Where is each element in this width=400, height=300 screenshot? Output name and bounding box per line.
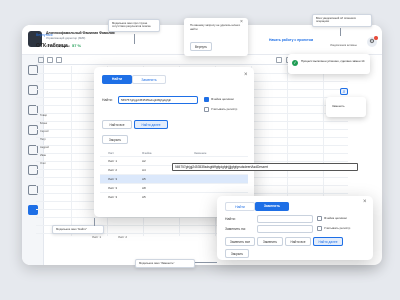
find-input[interactable]: 565757ghjgj2453535sdsgfdffgfgdgfgh <box>118 96 198 104</box>
undo-icon[interactable] <box>38 57 44 63</box>
find-all-button[interactable]: Найти все <box>285 237 311 246</box>
check-icon: ✓ <box>292 60 298 66</box>
cell-sheet: Лист 1 <box>108 159 118 163</box>
no-results-text: По вашему запросу не удалось ничего найт… <box>190 23 241 31</box>
callout-line <box>94 218 95 226</box>
row-label: Иван <box>40 154 47 157</box>
replace-all-button[interactable]: Заменить все <box>225 237 255 246</box>
note-no-results: Модальное окно при случае отсутствия рез… <box>108 19 160 32</box>
close-button[interactable]: Закрыть <box>102 135 128 144</box>
table-row[interactable]: Лист 3 A8 <box>100 183 248 192</box>
no-results-popup: По вашему запросу не удалось ничего найт… <box>184 18 248 56</box>
row-label: Сергей <box>40 130 49 133</box>
replace-dialog: Найти Заменить × Найти: Ячейка целиком З… <box>217 196 373 260</box>
sheet-tab[interactable]: Лист 2 <box>118 235 127 239</box>
column-header: Значение <box>194 151 207 155</box>
match-case-label: Учитывать регистр <box>211 107 238 111</box>
cell-address: A8 <box>142 186 146 190</box>
close-icon[interactable]: × <box>363 199 367 205</box>
column-header: Лист <box>108 151 115 155</box>
notification-dot <box>374 36 378 40</box>
search-popup-label[interactable]: Заменить <box>332 104 345 108</box>
note-find-modal: Модальное окно "Найти" <box>52 225 104 235</box>
row-label: Петр <box>40 138 46 141</box>
cell-sheet: Лист 3 <box>108 177 118 181</box>
find-next-button[interactable]: Найти далее <box>313 237 343 246</box>
whole-cell-label: Ячейка целиком <box>211 97 234 101</box>
note-notifications: Всех уведомлений об отвшиеся операциях <box>312 14 372 27</box>
tab-find[interactable]: Найти <box>102 75 132 84</box>
whole-cell-label: Ячейка целиком <box>324 216 347 220</box>
find-all-button[interactable]: Найти все <box>102 120 132 129</box>
user-name: Длинноофамильный Фамилия Фамилия <box>46 31 115 35</box>
find-next-button[interactable]: Найти далее <box>134 120 168 129</box>
match-case-label: Учитывать регистр <box>324 226 351 230</box>
find-label: Найти: <box>102 98 113 102</box>
close-button[interactable]: Закрыть <box>225 249 249 258</box>
replace-button[interactable]: Заменить <box>257 237 283 246</box>
whole-cell-checkbox[interactable] <box>204 97 209 102</box>
find-input[interactable] <box>257 215 313 223</box>
replace-input[interactable] <box>257 225 313 233</box>
column-header: Ячейка <box>142 151 152 155</box>
page-title: ОТК таблица <box>36 43 68 49</box>
find-dialog: Найти Заменить × Найти: 565757ghjgj24535… <box>94 67 254 217</box>
match-case-checkbox[interactable] <box>204 107 209 112</box>
success-toast: ✓ Процесс выполнен успешно, сделано заме… <box>288 54 370 74</box>
tab-replace[interactable]: Заменить <box>132 75 166 84</box>
callout-line <box>195 262 217 263</box>
cell-address: A2 <box>142 159 146 163</box>
close-icon[interactable]: × <box>244 72 248 78</box>
note-replace-modal: Модальное окно "Заменить" <box>135 259 195 269</box>
search-icon[interactable]: ⌕ <box>340 88 348 95</box>
row-label: Товар <box>40 114 48 117</box>
table-row-selected[interactable]: Лист 3 A5 <box>100 174 248 183</box>
close-icon[interactable]: × <box>240 19 243 25</box>
tab-find[interactable]: Найти <box>225 202 255 211</box>
cell-sheet: Лист 3 <box>108 195 118 199</box>
callout-line <box>134 34 135 44</box>
cell-sheet: Лист 3 <box>108 186 118 190</box>
redo-icon[interactable] <box>47 57 53 63</box>
search-popup: Заменить <box>326 97 366 117</box>
format-icon[interactable] <box>276 57 282 63</box>
find-label: Найти: <box>225 217 236 221</box>
back-link[interactable]: Вернуться <box>36 33 52 37</box>
start-work-link[interactable]: Начать работу с проектом <box>269 38 313 42</box>
row-label: Бланк <box>40 122 48 125</box>
cell-sheet: Лист 2 <box>108 168 118 172</box>
toast-text: Процесс выполнен успешно, сделано замен … <box>301 59 365 63</box>
kpi-value: 57 % <box>72 43 82 48</box>
row-label: Олег <box>40 162 46 165</box>
value-tooltip: 565757ghjgj2453535sdsgfdffgfgdgfghjjjjgf… <box>172 163 358 171</box>
sheet-tab[interactable]: Лист 1 <box>92 235 101 239</box>
match-case-checkbox[interactable] <box>317 226 322 231</box>
notifications-label: Уведомления активны <box>330 44 357 47</box>
tab-replace[interactable]: Заменить <box>255 202 289 211</box>
filter-icon[interactable] <box>56 57 62 63</box>
cell-address: A5 <box>142 195 146 199</box>
whole-cell-checkbox[interactable] <box>317 216 322 221</box>
callout-line <box>340 28 341 36</box>
cell-address: A4 <box>142 168 146 172</box>
cell-address: A5 <box>142 177 146 181</box>
replace-label: Заменить на: <box>225 227 246 231</box>
row-label: Андрей <box>40 146 50 149</box>
return-button[interactable]: Вернуть <box>190 42 212 51</box>
